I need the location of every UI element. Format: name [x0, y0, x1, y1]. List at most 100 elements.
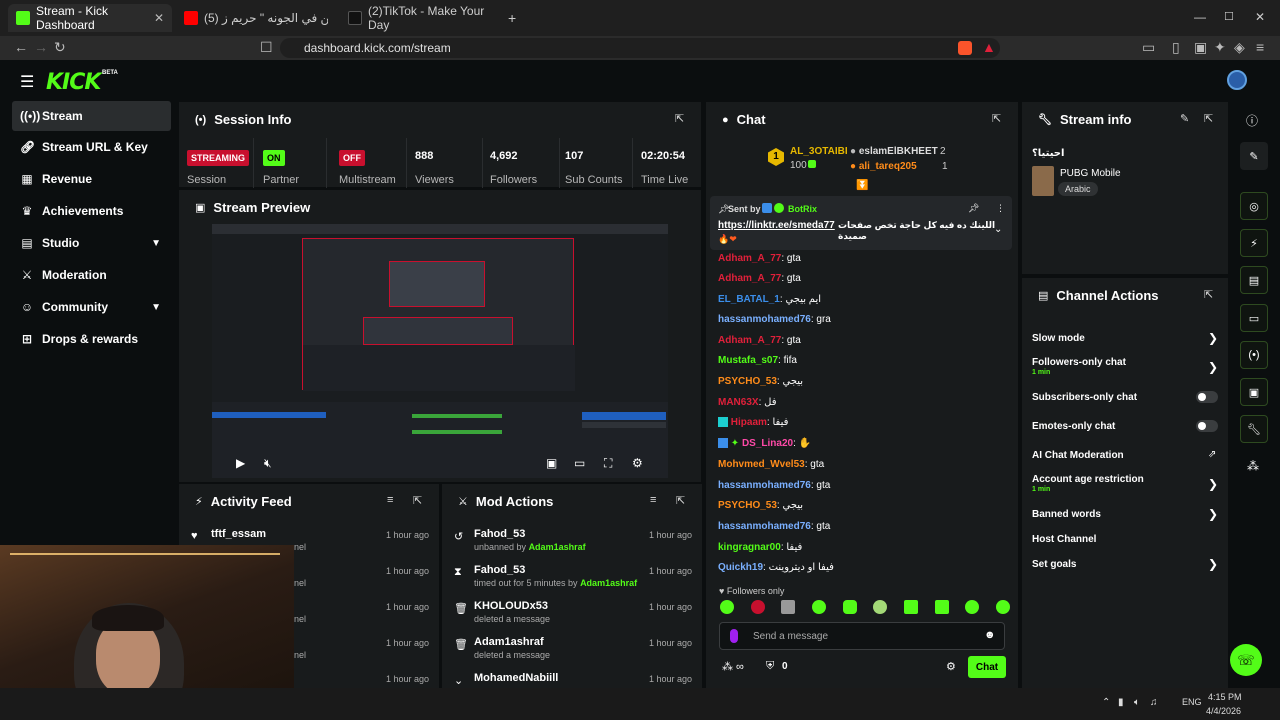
chevron-right-icon[interactable]: ❯	[1208, 360, 1218, 374]
chat-bubble-icon[interactable]: ▭	[1240, 304, 1268, 332]
tray-date[interactable]: 4/4/2026	[1206, 706, 1241, 716]
subscribers-only-toggle[interactable]	[1196, 391, 1218, 403]
emote-icon[interactable]	[965, 600, 980, 614]
emotes-only-toggle[interactable]	[1196, 420, 1218, 432]
chat-username[interactable]: hassanmohamed76	[718, 521, 811, 532]
chat-username[interactable]: kingragnar00	[718, 542, 781, 553]
camera-icon[interactable]: ◎	[1240, 192, 1268, 220]
chat-username[interactable]: EL_BATAL_1	[718, 294, 780, 305]
chat-username[interactable]: hassanmohamed76	[718, 480, 811, 491]
wallet-icon[interactable]: ▣	[1194, 39, 1207, 56]
forward-icon[interactable]: →	[34, 39, 48, 55]
mod-by[interactable]: Adam1ashraf	[580, 578, 637, 588]
stream-preview-video[interactable]: ▶ 🔇︎ ▣ ▭ ⛶ ⚙	[212, 224, 668, 478]
broadcast-icon[interactable]: (•)	[1240, 341, 1268, 369]
top-gifter-name[interactable]: AL_3OTAIBI	[790, 146, 848, 157]
infinity-icon[interactable]: ⁂ ∞	[722, 660, 744, 673]
maximize-icon[interactable]: ☐	[1224, 10, 1234, 23]
popout-icon[interactable]: ⇱	[1204, 288, 1213, 301]
chat-username[interactable]: Adham_A_77	[718, 253, 781, 264]
tray-chevron-icon[interactable]: ⌃	[1102, 697, 1110, 708]
play-icon[interactable]: ▶	[236, 456, 245, 470]
kick-logo[interactable]: KICK	[46, 70, 101, 95]
channel-actions-icon[interactable]: ▣	[1240, 378, 1268, 406]
gifter-name[interactable]: ali_tareq205	[859, 161, 917, 172]
popout-icon[interactable]: ⇱	[992, 112, 1001, 125]
tray-time[interactable]: 4:15 PM	[1208, 692, 1242, 702]
sidebar-item-moderation[interactable]: ⚔ Moderation	[12, 260, 171, 290]
emote-icon[interactable]	[934, 600, 949, 614]
feed-user[interactable]: tftf_essam	[211, 528, 266, 540]
microphone-icon[interactable]	[730, 629, 738, 643]
emote-icon[interactable]	[750, 600, 765, 614]
chat-username[interactable]: Mohvmed_Wvel53	[718, 459, 805, 470]
popout-icon[interactable]: ⇱	[1204, 112, 1213, 125]
brave-shield-icon[interactable]	[958, 41, 972, 55]
popout-icon[interactable]: ⇱	[413, 494, 422, 507]
mod-target[interactable]: Fahod_53	[474, 564, 525, 576]
chevron-down-icon[interactable]: ⌄	[994, 224, 1002, 235]
avatar[interactable]	[1227, 70, 1247, 90]
settings-gear-icon[interactable]: ⚙	[632, 456, 643, 470]
chevron-right-icon[interactable]: ❯	[1208, 477, 1218, 491]
emote-icon[interactable]	[995, 600, 1010, 614]
gifter-name[interactable]: eslamElBKHEET	[859, 146, 938, 157]
filter-icon[interactable]: ≡	[650, 494, 656, 506]
new-tab-icon[interactable]: +	[508, 10, 516, 26]
sidebar-item-drops[interactable]: ⊞ Drops & rewards	[12, 324, 171, 354]
collapse-icon[interactable]: ⏬	[856, 180, 868, 191]
bookmark-icon[interactable]: ☐	[260, 39, 273, 56]
action-followers-only[interactable]: Followers-only chat 1 min	[1032, 357, 1126, 376]
chat-username[interactable]: DS_Lina20	[742, 438, 793, 449]
category-name[interactable]: PUBG Mobile	[1060, 168, 1121, 179]
emote-icon[interactable]	[842, 600, 857, 614]
sidebar-item-stream-url[interactable]: 🔗︎ Stream URL & Key	[12, 132, 171, 162]
lightning-icon[interactable]: ⚡	[1240, 229, 1268, 257]
chevron-right-icon[interactable]: ❯	[1208, 507, 1218, 521]
wrench-icon[interactable]: 🔧︎	[1240, 415, 1268, 443]
document-icon[interactable]: ▤	[1240, 266, 1268, 294]
mod-by[interactable]: Adam1ashraf	[529, 542, 586, 552]
tray-volume-icon[interactable]: 🔈︎	[1134, 697, 1140, 708]
back-icon[interactable]: ←	[14, 39, 28, 55]
chevron-right-icon[interactable]: ❯	[1208, 557, 1218, 571]
action-emotes-only[interactable]: Emotes-only chat	[1032, 421, 1115, 432]
reload-icon[interactable]: ↻	[54, 39, 66, 56]
action-banned-words[interactable]: Banned words	[1032, 509, 1101, 520]
more-widgets-icon[interactable]: ⁂	[1247, 459, 1259, 473]
edit-layout-icon[interactable]: ✎	[1240, 142, 1268, 170]
rewards-icon[interactable]: ▲	[982, 39, 996, 55]
mod-target[interactable]: MohamedNabiill	[474, 672, 558, 684]
sidebar-item-studio[interactable]: ▤ Studio ▼	[12, 228, 171, 258]
url-field[interactable]: dashboard.kick.com/stream	[280, 38, 1000, 58]
mod-target[interactable]: KHOLOUDx53	[474, 600, 548, 612]
sidebar-item-achievements[interactable]: ♛ Achievements	[12, 196, 171, 226]
support-headset-icon[interactable]: ☏	[1230, 644, 1262, 676]
tray-network-icon[interactable]: ▮	[1118, 697, 1124, 708]
unpin-icon[interactable]: 📌︎	[968, 203, 979, 214]
settings-gear-icon[interactable]: ⚙	[946, 660, 956, 673]
browser-tab-tiktok[interactable]: (2)TikTok - Make Your Day	[340, 4, 500, 32]
fullscreen-icon[interactable]: ⛶	[604, 456, 612, 471]
action-ai-moderation[interactable]: AI Chat Moderation	[1032, 450, 1124, 461]
extensions-icon[interactable]: ✦	[1214, 39, 1226, 56]
chat-username[interactable]: Adham_A_77	[718, 335, 781, 346]
action-account-age[interactable]: Account age restriction 1 min	[1032, 474, 1144, 493]
close-tab-icon[interactable]: ✕	[154, 11, 164, 25]
info-icon[interactable]: ⓘ	[1246, 112, 1258, 129]
chat-username[interactable]: hassanmohamed76	[718, 314, 811, 325]
action-host-channel[interactable]: Host Channel	[1032, 534, 1096, 545]
sidebar-item-community[interactable]: ☺ Community ▼	[12, 292, 171, 322]
emote-icon[interactable]	[781, 600, 796, 614]
browser-tab-youtube[interactable]: (5) مهرجان " دكن في الجونه " حريم ز...	[176, 4, 336, 32]
external-link-icon[interactable]: ⇗	[1208, 449, 1216, 460]
chat-username[interactable]: Mustafa_s07	[718, 355, 778, 366]
browser-tab-kick[interactable]: Stream - Kick Dashboard ✕	[8, 4, 172, 32]
cast-icon[interactable]: ▭	[1142, 39, 1155, 56]
mod-target[interactable]: Adam1ashraf	[474, 636, 544, 648]
emote-icon[interactable]	[720, 600, 734, 614]
action-set-goals[interactable]: Set goals	[1032, 559, 1076, 570]
chat-username[interactable]: Quickh19	[718, 562, 763, 573]
edit-pencil-icon[interactable]: ✎	[1180, 112, 1189, 125]
pinned-sender[interactable]: BotRix	[788, 204, 817, 214]
